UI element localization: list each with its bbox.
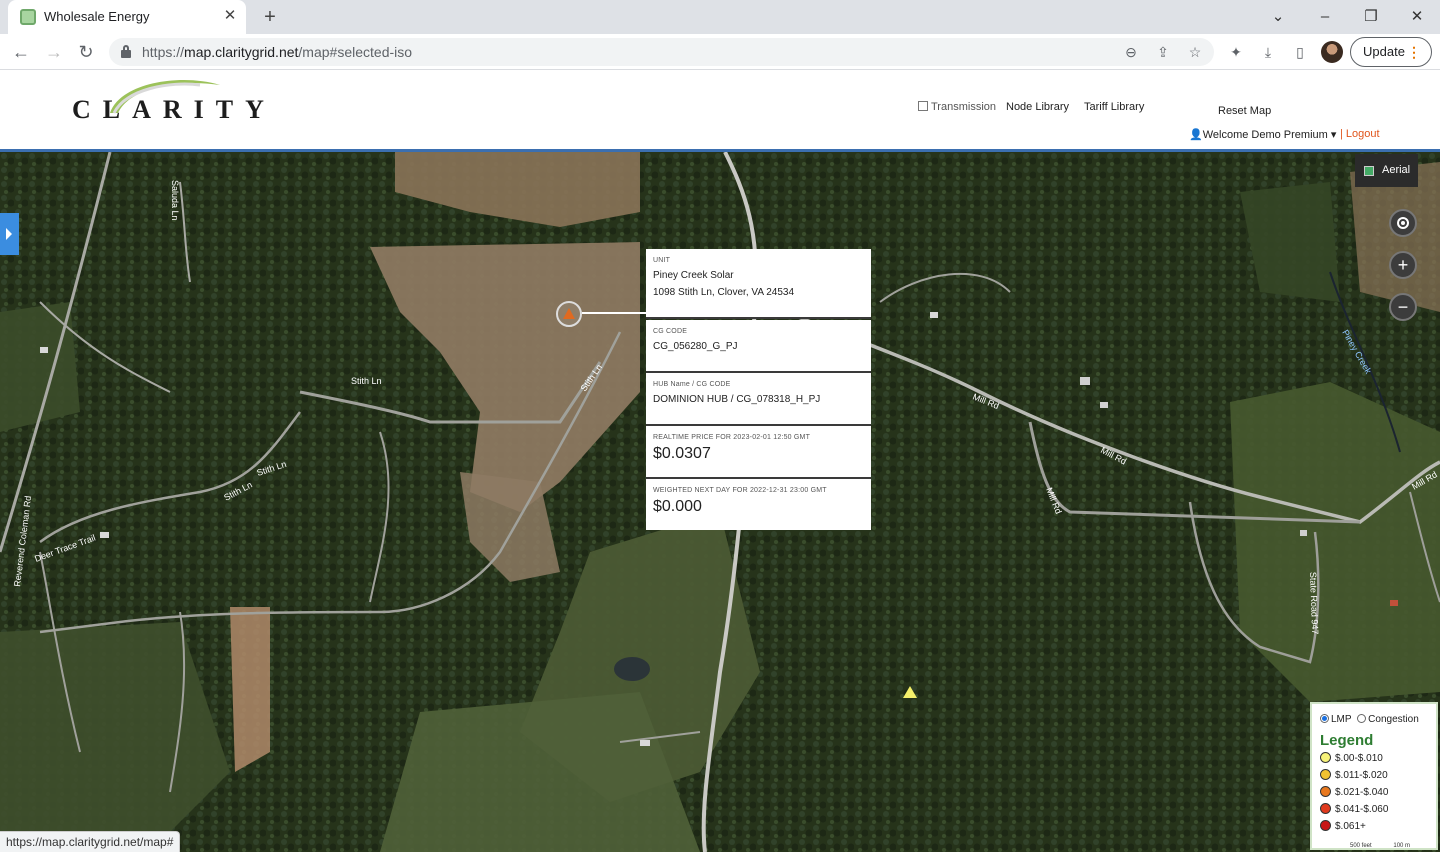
map-scale: 500 feet 100 m xyxy=(1350,843,1411,849)
transmission-checkbox[interactable] xyxy=(918,101,928,111)
realtime-price-value: $0.0307 xyxy=(653,445,711,462)
legend-item: $.061+ xyxy=(1320,820,1436,834)
popup-unit-card: UNIT Piney Creek Solar 1098 Stith Ln, Cl… xyxy=(646,249,871,319)
lock-icon xyxy=(121,45,131,58)
url-text: https://map.claritygrid.net/map#selected… xyxy=(142,44,413,60)
road-label: Saluda Ln xyxy=(170,180,180,221)
legend-item: $.041-$.060 xyxy=(1320,803,1436,817)
unit-name: Piney Creek Solar xyxy=(653,270,734,281)
locate-icon xyxy=(1397,217,1409,229)
browser-tabstrip: Wholesale Energy ✕ + ⌄ – ❐ ✕ xyxy=(0,0,1440,34)
update-button[interactable]: Update ⋮ xyxy=(1350,37,1432,67)
tab-close-icon[interactable]: ✕ xyxy=(220,6,240,26)
forward-icon[interactable]: → xyxy=(42,40,66,64)
user-menu[interactable]: 👤Welcome Demo Premium ▾ xyxy=(1189,128,1336,141)
sidebar-toggle-button[interactable] xyxy=(0,213,19,255)
tariff-library-link[interactable]: Tariff Library xyxy=(1084,101,1144,113)
unit-address: 1098 Stith Ln, Clover, VA 24534 xyxy=(653,287,795,298)
user-icon: 👤 xyxy=(1189,129,1203,141)
popup-leader-line xyxy=(582,312,646,314)
swatch-icon xyxy=(1320,752,1331,763)
price-legend: LMP Congestion Legend $.00-$.010 $.011-$… xyxy=(1310,702,1438,850)
profile-avatar[interactable] xyxy=(1321,41,1343,63)
hub-value: DOMINION HUB / CG_078318_H_PJ xyxy=(653,394,821,405)
layers-icon xyxy=(1364,166,1374,176)
extensions-icon[interactable]: ✦ xyxy=(1226,42,1246,62)
reset-map-link[interactable]: Reset Map xyxy=(1218,105,1271,117)
nextday-price-label: WEIGHTED NEXT DAY FOR 2022-12-31 23:00 G… xyxy=(653,487,827,494)
legend-item: $.021-$.040 xyxy=(1320,786,1436,800)
address-bar[interactable]: https://map.claritygrid.net/map#selected… xyxy=(109,38,1214,66)
hub-label: HUB Name / CG CODE xyxy=(653,381,731,388)
clarity-logo[interactable]: CLARITY xyxy=(70,73,300,133)
restore-icon[interactable]: ❐ xyxy=(1359,5,1383,29)
transmission-toggle[interactable]: Transmission xyxy=(918,101,996,113)
logout-link[interactable]: | Logout xyxy=(1340,128,1380,140)
share-icon[interactable]: ⇪ xyxy=(1153,42,1173,62)
download-icon[interactable]: ⤓ xyxy=(1258,42,1278,62)
swatch-icon xyxy=(1320,786,1331,797)
unit-label: UNIT xyxy=(653,257,671,264)
node-marker[interactable] xyxy=(903,686,917,698)
status-bar-url: https://map.claritygrid.net/map# xyxy=(0,831,181,852)
popup-realtime-card: REALTIME PRICE FOR 2023-02-01 12:50 GMT … xyxy=(646,426,871,479)
aerial-map[interactable]: Saluda Ln Stith Ln Stith Ln Stith Ln Sti… xyxy=(0,152,1440,852)
tab-search-icon[interactable]: ⌄ xyxy=(1266,5,1290,29)
cg-code-label: CG CODE xyxy=(653,328,688,335)
favicon-icon xyxy=(20,9,36,25)
reload-icon[interactable]: ↻ xyxy=(74,40,98,64)
popup-hub-card: HUB Name / CG CODE DOMINION HUB / CG_078… xyxy=(646,373,871,426)
minimize-icon[interactable]: – xyxy=(1313,5,1337,29)
aerial-toggle-button[interactable]: Aerial xyxy=(1355,154,1418,187)
site-header: CLARITY Transmission Node Library Tariff… xyxy=(0,71,1440,151)
bookmark-star-icon[interactable]: ☆ xyxy=(1185,42,1205,62)
legend-mode-selector: LMP Congestion xyxy=(1320,714,1436,725)
realtime-price-label: REALTIME PRICE FOR 2023-02-01 12:50 GMT xyxy=(653,434,811,441)
zoom-in-button[interactable]: + xyxy=(1389,251,1417,279)
back-icon[interactable]: ← xyxy=(9,40,33,64)
nextday-price-value: $0.000 xyxy=(653,498,702,515)
lmp-radio[interactable] xyxy=(1320,714,1329,723)
node-library-link[interactable]: Node Library xyxy=(1006,101,1069,113)
side-panel-icon[interactable]: ▯ xyxy=(1290,42,1310,62)
close-window-icon[interactable]: ✕ xyxy=(1405,5,1429,29)
zoom-out-button[interactable]: − xyxy=(1389,293,1417,321)
tab-title: Wholesale Energy xyxy=(44,9,150,24)
browser-tab[interactable]: Wholesale Energy ✕ xyxy=(8,0,246,34)
logo-text: CLARITY xyxy=(72,95,276,124)
menu-dots-icon: ⋮ xyxy=(1407,44,1421,60)
road-label: Stith Ln xyxy=(351,376,382,386)
swatch-icon xyxy=(1320,769,1331,780)
popup-cg-card: CG CODE CG_056280_G_PJ xyxy=(646,320,871,373)
new-tab-icon[interactable]: + xyxy=(258,5,282,29)
cg-code-value: CG_056280_G_PJ xyxy=(653,341,738,352)
browser-toolbar: ← → ↻ https://map.claritygrid.net/map#se… xyxy=(0,34,1440,70)
zoom-icon[interactable]: ⊖ xyxy=(1121,42,1141,62)
locate-button[interactable] xyxy=(1389,209,1417,237)
congestion-radio[interactable] xyxy=(1357,714,1367,723)
legend-title: Legend xyxy=(1320,732,1374,749)
popup-nextday-card: WEIGHTED NEXT DAY FOR 2022-12-31 23:00 G… xyxy=(646,479,871,530)
selected-unit-marker[interactable] xyxy=(556,301,582,327)
legend-item: $.011-$.020 xyxy=(1320,769,1436,783)
unit-info-popup: UNIT Piney Creek Solar 1098 Stith Ln, Cl… xyxy=(646,249,871,530)
swatch-icon xyxy=(1320,820,1331,831)
legend-item: $.00-$.010 xyxy=(1320,752,1436,766)
swatch-icon xyxy=(1320,803,1331,814)
caret-down-icon: ▾ xyxy=(1327,129,1337,141)
